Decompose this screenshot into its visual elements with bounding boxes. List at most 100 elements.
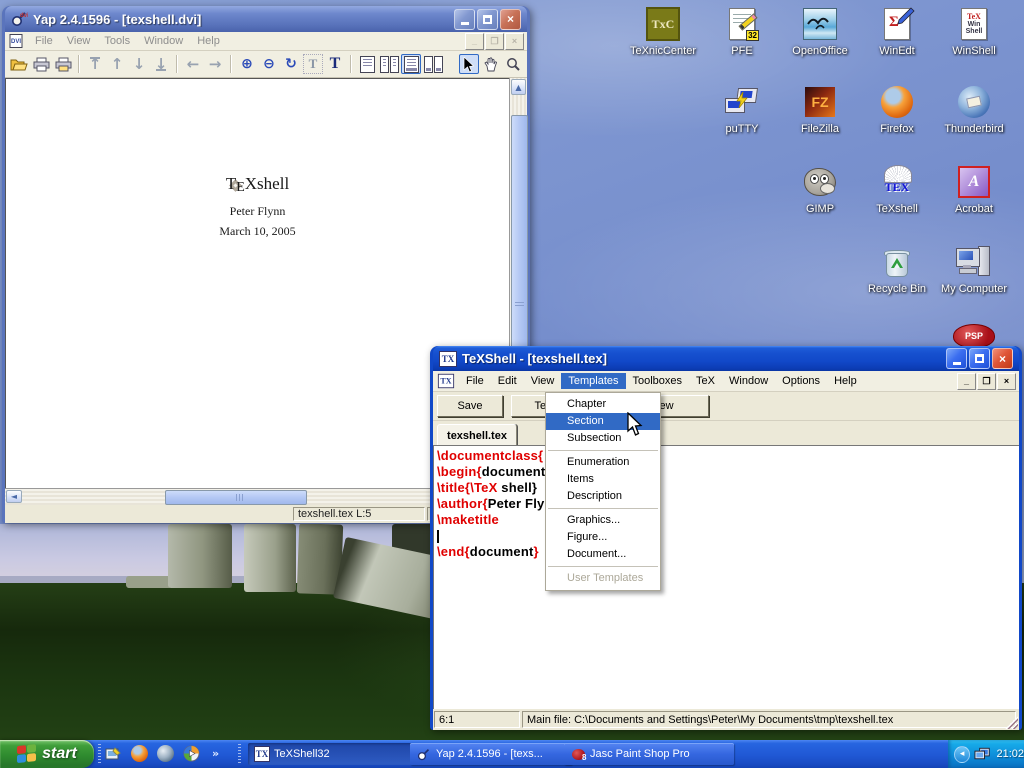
maximize-button[interactable] — [969, 348, 990, 369]
scroll-up-icon[interactable]: ▲ — [511, 79, 526, 95]
back-icon[interactable]: ← — [183, 54, 203, 74]
yap-titlebar[interactable]: dvi Yap 2.4.1596 - [texshell.dvi] × — [5, 6, 527, 32]
two-page-view-icon[interactable] — [379, 54, 399, 74]
dvi-document-icon: DVI — [9, 34, 24, 48]
menu-item-chapter[interactable]: Chapter — [546, 396, 660, 413]
menu-toolboxes[interactable]: Toolboxes — [626, 373, 690, 389]
ruler-tool-icon[interactable]: T — [303, 54, 323, 74]
menu-file[interactable]: File — [459, 373, 491, 389]
tab-texshell-tex[interactable]: texshell.tex — [437, 424, 517, 447]
menu-item-items[interactable]: Items — [546, 471, 660, 488]
start-button[interactable]: start — [0, 740, 94, 768]
mdi-close-button[interactable]: × — [505, 33, 524, 50]
zoom-in-icon[interactable]: ⊕ — [237, 54, 257, 74]
horizontal-scrollbar-thumb[interactable] — [165, 490, 307, 505]
resize-grip[interactable] — [1005, 716, 1018, 729]
save-button[interactable]: Save — [437, 395, 503, 417]
putty-icon — [724, 86, 760, 118]
desktop-icon-label: TeXnicCenter — [624, 45, 702, 57]
desktop-icon-filezilla[interactable]: FZ FileZilla — [781, 84, 859, 135]
desktop-icon-texshell[interactable]: TEX TeXshell — [858, 164, 936, 215]
firefox-icon[interactable] — [130, 744, 149, 763]
quick-launch-overflow-chevron[interactable]: » — [212, 747, 219, 760]
forward-icon[interactable]: → — [205, 54, 225, 74]
open-file-icon[interactable] — [9, 54, 29, 74]
menu-view[interactable]: View — [60, 33, 98, 49]
texshell-titlebar[interactable]: TX TeXShell - [texshell.tex] × — [433, 346, 1019, 371]
menu-item-description[interactable]: Description — [546, 488, 660, 505]
print-setup-icon[interactable] — [53, 54, 73, 74]
desktop-icon-paint-shop-pro[interactable]: PSP — [953, 324, 999, 348]
taskbar-button-texshell32[interactable]: TX TeXShell32 — [248, 743, 418, 765]
taskbar-clock[interactable]: 21:02 — [996, 748, 1024, 760]
menu-item-enumeration[interactable]: Enumeration — [546, 454, 660, 471]
menu-item-figure[interactable]: Figure... — [546, 529, 660, 546]
desktop-icon-pfe[interactable]: 32 PFE — [703, 6, 781, 57]
desktop-icon-winedt[interactable]: Σ WinEdt — [858, 6, 936, 57]
maximize-button[interactable] — [477, 9, 498, 30]
menu-edit[interactable]: Edit — [491, 373, 524, 389]
tray-collapse-chevron-icon[interactable]: ◂ — [954, 746, 970, 763]
minimize-button[interactable] — [946, 348, 967, 369]
magnifier-tool-icon[interactable] — [503, 54, 523, 74]
desktop-icon-winshell[interactable]: TeXWinShell WinShell — [935, 6, 1013, 57]
taskbar-button-paint-shop-pro[interactable]: 8 Jasc Paint Shop Pro — [564, 743, 734, 765]
close-button[interactable]: × — [992, 348, 1013, 369]
menu-options[interactable]: Options — [775, 373, 827, 389]
desktop-icon-thunderbird[interactable]: Thunderbird — [935, 84, 1013, 135]
media-player-icon[interactable] — [182, 744, 201, 763]
texshell-icon: TEX — [880, 165, 914, 199]
print-icon[interactable] — [31, 54, 51, 74]
desktop-icon-label: WinShell — [935, 45, 1013, 57]
text-tool-icon[interactable]: T — [325, 54, 345, 74]
previous-page-icon[interactable]: ↑ — [107, 54, 127, 74]
menu-file[interactable]: File — [28, 33, 60, 49]
desktop-icon-openoffice[interactable]: OpenOffice — [781, 6, 859, 57]
continuous-two-page-view-icon[interactable] — [423, 54, 443, 74]
close-button[interactable]: × — [500, 9, 521, 30]
menu-window[interactable]: Window — [137, 33, 190, 49]
last-page-icon[interactable]: ↓ — [151, 54, 171, 74]
mdi-restore-button[interactable]: ❐ — [485, 33, 504, 50]
desktop-icon-acrobat[interactable]: A Acrobat — [935, 164, 1013, 215]
hand-tool-icon[interactable] — [481, 54, 501, 74]
menu-window[interactable]: Window — [722, 373, 775, 389]
network-status-icon[interactable] — [974, 747, 990, 761]
desktop-icon-my-computer[interactable]: My Computer — [935, 244, 1013, 295]
menu-help[interactable]: Help — [190, 33, 227, 49]
thunderbird-icon[interactable] — [156, 744, 175, 763]
filezilla-icon: FZ — [805, 87, 835, 117]
zoom-out-icon[interactable]: ⊖ — [259, 54, 279, 74]
tex-source-editor[interactable]: \documentclass{ \begin{document} \title{… — [433, 445, 1019, 709]
next-page-icon[interactable]: ↓ — [129, 54, 149, 74]
desktop-icon-putty[interactable]: puTTY — [703, 84, 781, 135]
menu-tools[interactable]: Tools — [97, 33, 137, 49]
stonehenge-stone — [168, 524, 232, 588]
menu-view[interactable]: View — [524, 373, 562, 389]
mdi-restore-button[interactable]: ❐ — [977, 373, 996, 390]
refresh-icon[interactable]: ↻ — [281, 54, 301, 74]
desktop-icon-texniccenter[interactable]: TxC TeXnicCenter — [624, 6, 702, 57]
single-page-view-icon[interactable] — [357, 54, 377, 74]
menu-tex[interactable]: TeX — [689, 373, 722, 389]
editor-line: \end{document} — [437, 544, 1019, 560]
mdi-close-button[interactable]: × — [997, 373, 1016, 390]
mdi-minimize-button[interactable]: _ — [465, 33, 484, 50]
mdi-minimize-button[interactable]: _ — [957, 373, 976, 390]
show-desktop-icon[interactable] — [104, 744, 123, 763]
desktop-icon-recycle-bin[interactable]: Recycle Bin — [858, 244, 936, 295]
minimize-button[interactable] — [454, 9, 475, 30]
editor-line — [437, 528, 1019, 544]
continuous-view-icon[interactable] — [401, 54, 421, 74]
select-tool-icon[interactable] — [459, 54, 479, 74]
desktop-icon-gimp[interactable]: GIMP — [781, 164, 859, 215]
scroll-left-icon[interactable]: ◄ — [6, 490, 22, 503]
desktop-icon-firefox[interactable]: Firefox — [858, 84, 936, 135]
menu-help[interactable]: Help — [827, 373, 864, 389]
menu-item-document[interactable]: Document... — [546, 546, 660, 563]
first-page-icon[interactable]: ↑ — [85, 54, 105, 74]
psp-badge: PSP — [965, 331, 983, 341]
taskbar-button-yap[interactable]: Yap 2.4.1596 - [texs... — [410, 743, 572, 765]
menu-templates[interactable]: Templates — [561, 373, 625, 389]
menu-item-graphics[interactable]: Graphics... — [546, 512, 660, 529]
